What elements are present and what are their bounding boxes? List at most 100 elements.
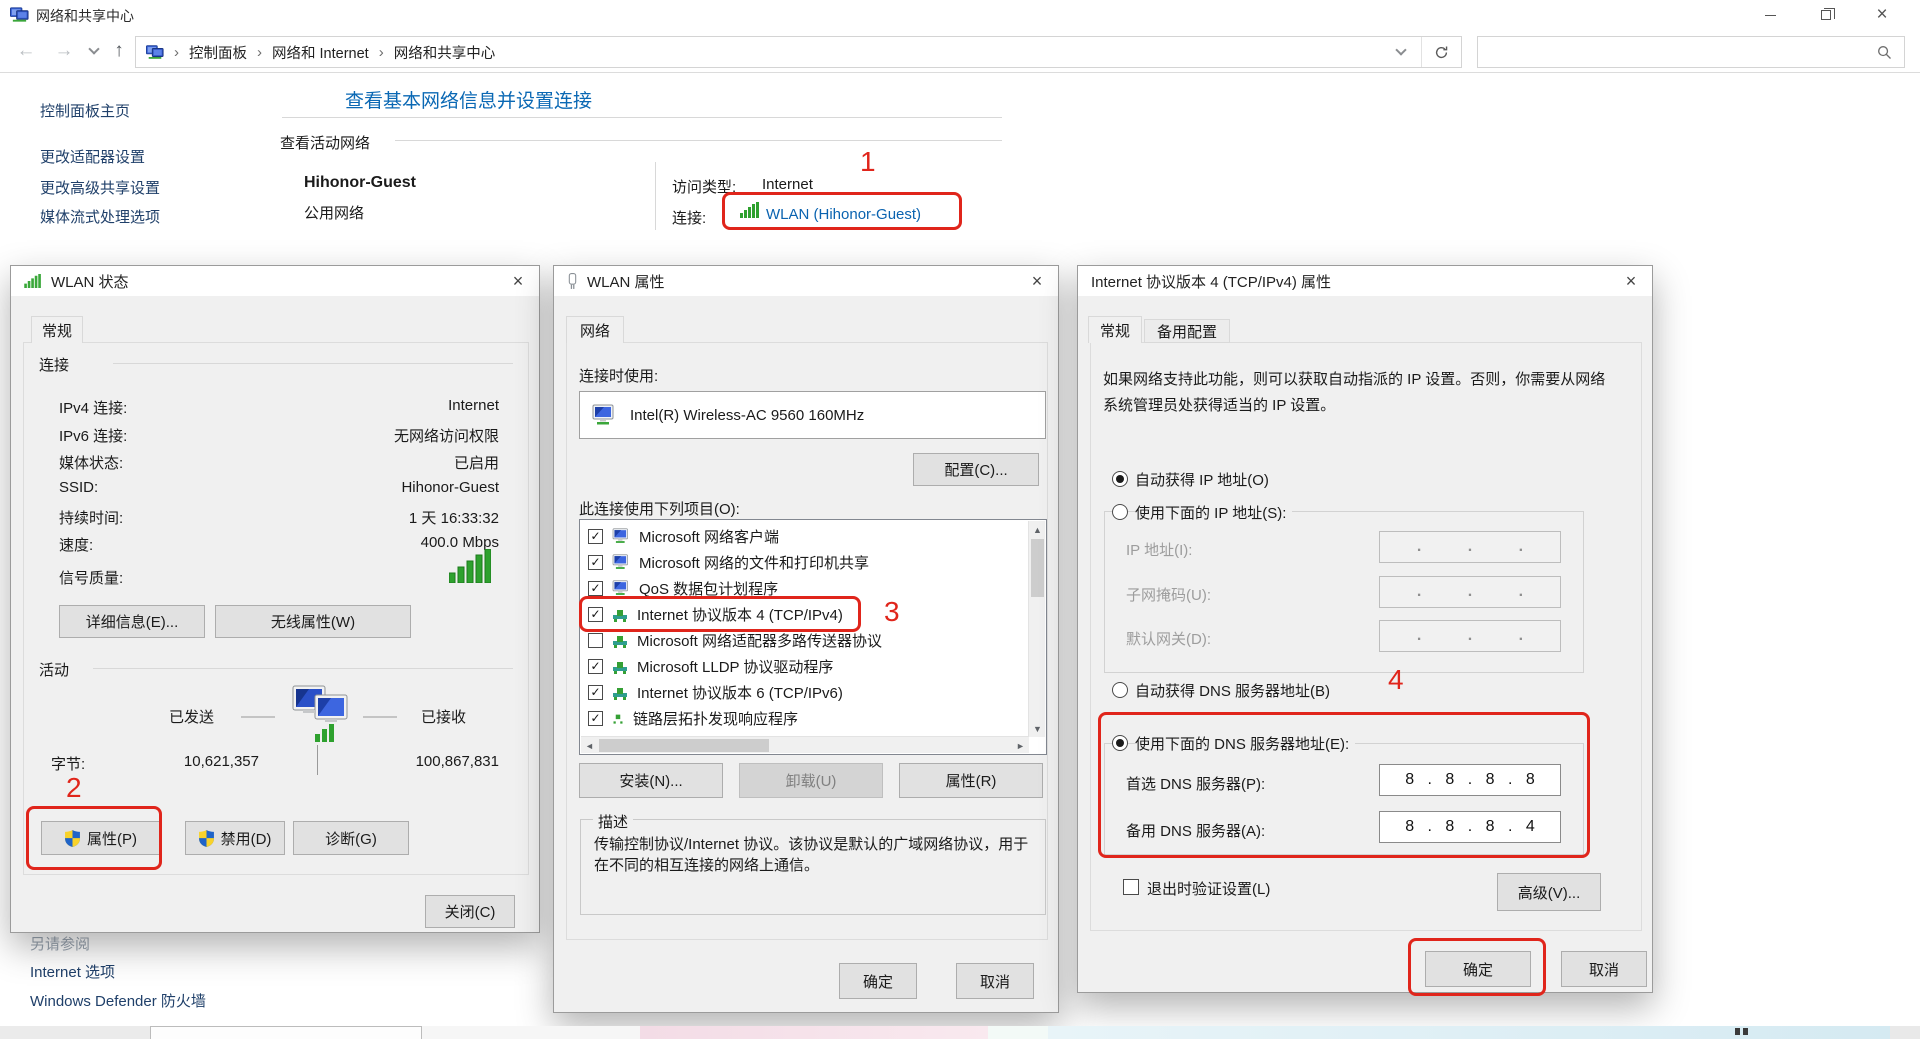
sidebar-item-internet-options[interactable]: Internet 选项 — [30, 961, 115, 982]
stat-value: Internet — [448, 397, 499, 418]
back-button[interactable]: ← — [10, 36, 42, 66]
stat-value: 1 天 16:33:32 — [409, 507, 499, 528]
radio-manual-dns-label[interactable]: 使用下面的 DNS 服务器地址(E): — [1135, 733, 1355, 754]
breadcrumb-item-network-sharing-center[interactable]: 网络和共享中心 — [394, 42, 496, 63]
intro-text: 如果网络支持此功能，则可以获取自动指派的 IP 设置。否则，你需要从网络系统管理… — [1103, 367, 1607, 419]
sidebar-item-change-adapter-settings[interactable]: 更改适配器设置 — [40, 146, 145, 167]
details-button[interactable]: 详细信息(E)... — [59, 605, 205, 638]
configure-button[interactable]: 配置(C)... — [913, 453, 1039, 486]
close-button[interactable]: × — [499, 266, 537, 296]
validate-checkbox-label[interactable]: 退出时验证设置(L) — [1147, 878, 1270, 899]
scroll-right-icon[interactable]: ► — [1012, 737, 1029, 754]
checkbox[interactable]: ✓ — [588, 659, 603, 674]
address-dropdown-button[interactable] — [1381, 37, 1421, 67]
list-item[interactable]: Microsoft 网络适配器多路传送器协议 — [582, 627, 882, 653]
horizontal-scrollbar[interactable]: ◄ ► — [581, 736, 1029, 753]
ok-button[interactable]: 确定 — [1425, 951, 1531, 987]
list-item-tcpipv4[interactable]: ✓Internet 协议版本 4 (TCP/IPv4) — [582, 601, 843, 627]
connect-using-label: 连接时使用: — [579, 365, 658, 386]
sidebar-item-control-panel-home[interactable]: 控制面板主页 — [40, 100, 130, 121]
list-item[interactable]: ✓ Internet 协议版本 6 (TCP/IPv6) — [582, 679, 843, 705]
wlan-connection-link[interactable]: WLAN (Hihonor-Guest) — [766, 206, 921, 223]
radio-manual-ip-label[interactable]: 使用下面的 IP 地址(S): — [1135, 502, 1292, 523]
radio-auto-dns-label[interactable]: 自动获得 DNS 服务器地址(B) — [1135, 680, 1330, 701]
checkbox[interactable]: ✓ — [588, 555, 603, 570]
network-center-icon — [10, 7, 29, 23]
uninstall-button: 卸载(U) — [739, 763, 883, 798]
close-button[interactable]: × — [1857, 0, 1907, 30]
ok-button[interactable]: 确定 — [839, 963, 917, 999]
refresh-button[interactable] — [1421, 37, 1461, 67]
scroll-down-icon[interactable]: ▼ — [1029, 720, 1046, 737]
validate-checkbox[interactable] — [1123, 879, 1139, 895]
diagnose-button[interactable]: 诊断(G) — [293, 821, 409, 855]
protocol-list[interactable]: ✓Microsoft 网络客户端 ✓Microsoft 网络的文件和打印机共享 … — [579, 519, 1047, 755]
sidebar-item-change-advanced-sharing[interactable]: 更改高级共享设置 — [40, 177, 160, 198]
forward-button[interactable]: → — [48, 36, 80, 66]
annotation-number-3: 3 — [884, 596, 900, 628]
annotation-number-4: 4 — [1388, 664, 1404, 696]
checkbox[interactable]: ✓ — [588, 607, 603, 622]
properties-button[interactable]: 属性(P) — [41, 821, 161, 855]
up-button[interactable]: ↑ — [104, 36, 134, 66]
sidebar-item-windows-defender-firewall[interactable]: Windows Defender 防火墙 — [30, 990, 206, 1011]
window-fragment — [422, 1026, 640, 1039]
address-bar[interactable]: › 控制面板 › 网络和 Internet › 网络和共享中心 — [135, 36, 1462, 68]
install-button[interactable]: 安装(N)... — [579, 763, 723, 798]
wireless-properties-button[interactable]: 无线属性(W) — [215, 605, 411, 638]
restore-button[interactable] — [1801, 0, 1851, 30]
checkbox[interactable]: ✓ — [588, 685, 603, 700]
tab-network[interactable]: 网络 — [566, 316, 624, 343]
cancel-button[interactable]: 取消 — [1561, 951, 1647, 987]
close-button[interactable]: × — [1612, 266, 1650, 296]
vertical-scrollbar[interactable]: ▲ ▼ — [1028, 521, 1045, 737]
tab-general[interactable]: 常规 — [1088, 316, 1142, 343]
window-fragment — [1048, 1026, 1890, 1039]
radio-auto-dns[interactable] — [1112, 682, 1128, 698]
radio-auto-ip-label[interactable]: 自动获得 IP 地址(O) — [1135, 469, 1269, 490]
preferred-dns-field[interactable]: 8 . 8 . 8 . 8 — [1379, 764, 1561, 796]
tab-general[interactable]: 常规 — [31, 316, 83, 343]
network-client-icon — [612, 554, 630, 570]
minimize-button[interactable] — [1745, 0, 1795, 30]
list-item[interactable]: ✓链路层拓扑发现响应程序 — [582, 705, 798, 731]
sidebar-item-media-streaming[interactable]: 媒体流式处理选项 — [40, 206, 160, 227]
stat-value: 已启用 — [454, 452, 499, 473]
breadcrumb-item-network-internet[interactable]: 网络和 Internet — [272, 42, 369, 63]
close-button[interactable]: × — [1018, 266, 1056, 296]
list-item-label: Internet 协议版本 6 (TCP/IPv6) — [637, 682, 843, 703]
stat-row: IPv6 连接:无网络访问权限 — [59, 425, 499, 446]
scroll-left-icon[interactable]: ◄ — [581, 737, 598, 754]
stat-row: IPv4 连接:Internet — [59, 397, 499, 418]
checkbox[interactable]: ✓ — [588, 711, 603, 726]
radio-auto-ip[interactable] — [1112, 471, 1128, 487]
tab-alternate-configuration[interactable]: 备用配置 — [1144, 319, 1230, 343]
checkbox[interactable] — [588, 633, 603, 648]
list-item[interactable]: ✓QoS 数据包计划程序 — [582, 575, 778, 601]
recent-locations-button[interactable] — [82, 36, 106, 66]
items-label: 此连接使用下列项目(O): — [579, 498, 740, 519]
window-fragment — [988, 1026, 1048, 1039]
checkbox[interactable]: ✓ — [588, 581, 603, 596]
scroll-up-icon[interactable]: ▲ — [1029, 521, 1046, 538]
list-item[interactable]: ✓Microsoft LLDP 协议驱动程序 — [582, 653, 833, 679]
stat-row: 持续时间:1 天 16:33:32 — [59, 507, 499, 528]
cancel-button[interactable]: 取消 — [956, 963, 1034, 999]
protocol-icon — [612, 712, 624, 724]
list-item-label: Microsoft 网络客户端 — [639, 526, 779, 547]
radio-manual-ip[interactable] — [1112, 504, 1128, 520]
list-item[interactable]: ✓ Microsoft 网络客户端 — [582, 523, 779, 549]
window-fragment — [1890, 1026, 1920, 1039]
dialog-title: WLAN 状态 — [51, 271, 129, 292]
protocol-properties-button[interactable]: 属性(R) — [899, 763, 1043, 798]
radio-manual-dns[interactable] — [1112, 735, 1128, 751]
advanced-button[interactable]: 高级(V)... — [1497, 873, 1601, 911]
alternate-dns-field[interactable]: 8 . 8 . 8 . 4 — [1379, 811, 1561, 843]
disable-button[interactable]: 禁用(D) — [185, 821, 285, 855]
close-dialog-button[interactable]: 关闭(C) — [425, 895, 515, 928]
search-input[interactable] — [1486, 40, 1866, 64]
list-item[interactable]: ✓Microsoft 网络的文件和打印机共享 — [582, 549, 869, 575]
breadcrumb: › 控制面板 › 网络和 Internet › 网络和共享中心 — [136, 42, 1381, 63]
breadcrumb-item-control-panel[interactable]: 控制面板 — [189, 42, 247, 63]
checkbox[interactable]: ✓ — [588, 529, 603, 544]
